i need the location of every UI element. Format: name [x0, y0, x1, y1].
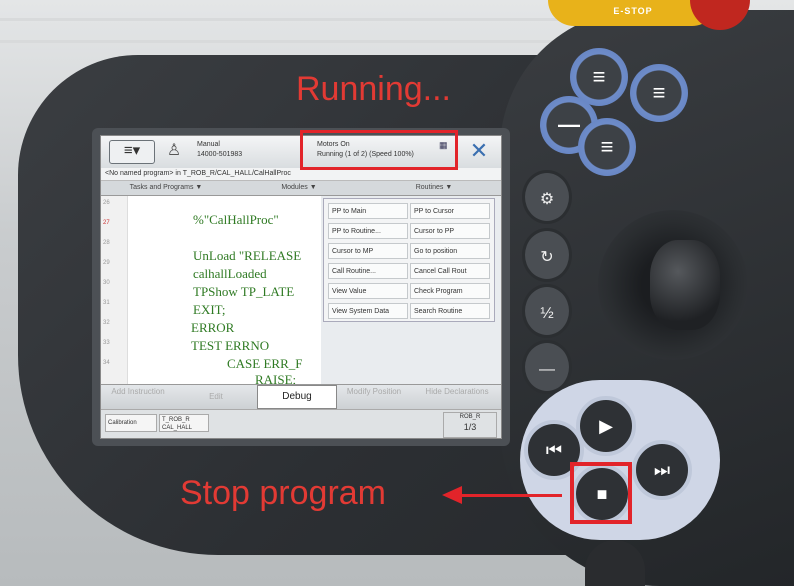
menu-item-cursor-to-pp[interactable]: Cursor to PP	[410, 223, 490, 239]
motion-mode-icon: ↻	[540, 249, 554, 266]
toggle-increment-button[interactable]: ½	[522, 284, 572, 338]
close-button[interactable]: ✕	[465, 139, 493, 165]
menu-item-check-program[interactable]: Check Program	[410, 283, 490, 299]
play-icon: ▶	[599, 416, 613, 436]
menu-item-pp-to-main[interactable]: PP to Main	[328, 203, 408, 219]
line-number: 34	[103, 360, 110, 366]
programmable-key-2[interactable]: ≡	[630, 64, 688, 122]
debug-button[interactable]: Debug	[257, 385, 337, 409]
annotation-arrow-head	[442, 486, 462, 504]
taskbar: Calibration T_ROB_R CAL_HALL ROB_R 1/3	[101, 409, 501, 438]
increment-icon: ½	[540, 305, 554, 322]
hide-declarations-button[interactable]: Hide Declarations	[417, 385, 497, 409]
annotation-stop-program: Stop program	[180, 474, 386, 512]
editor-toolbar: Add Instruction Edit Debug Modify Positi…	[101, 384, 501, 409]
step-forward-icon: ⏭	[653, 460, 671, 480]
edit-button[interactable]: Edit	[181, 385, 251, 409]
menu-item-go-to-position[interactable]: Go to position	[410, 243, 490, 259]
quickset-button[interactable]: ROB_R 1/3	[443, 412, 497, 438]
operator-icon[interactable]: ♙	[163, 140, 185, 162]
line-number: 31	[103, 300, 110, 306]
code-line[interactable]: calhallLoaded	[193, 266, 267, 282]
annotation-arrow	[462, 494, 562, 497]
code-line[interactable]: TEST ERRNO	[191, 338, 269, 354]
programmable-key-4[interactable]: ≡	[578, 118, 636, 176]
code-line[interactable]: ERROR	[191, 320, 234, 336]
debug-menu: PP to Main PP to Cursor PP to Routine...…	[323, 198, 495, 322]
program-editor[interactable]: 26 27 28 29 30 31 32 33 34 %"CalHallProc…	[101, 196, 321, 387]
code-line[interactable]: EXIT;	[193, 302, 226, 318]
menu-item-search-routine[interactable]: Search Routine	[410, 303, 490, 319]
line-number: 33	[103, 340, 110, 346]
step-backward-icon: ⏮	[545, 440, 563, 460]
main-menu-button[interactable]: ≡▾	[109, 140, 155, 164]
taskbar-item-calibration[interactable]: Calibration	[105, 414, 157, 432]
line-number: 30	[103, 280, 110, 286]
menu-item-call-routine[interactable]: Call Routine...	[328, 263, 408, 279]
step-forward-button[interactable]: ⏭	[632, 440, 692, 500]
code-line[interactable]: UnLoad "RELEASE	[193, 248, 301, 264]
menu-item-cancel-call-routine[interactable]: Cancel Call Rout	[410, 263, 490, 279]
editor-tabs: Tasks and Programs ▼ Modules ▼ Routines …	[101, 181, 501, 196]
add-instruction-button[interactable]: Add Instruction	[103, 385, 173, 409]
tab-routines[interactable]: Routines ▼	[367, 181, 501, 195]
line-number: 26	[103, 200, 110, 206]
line-number: 32	[103, 320, 110, 326]
flexpendant-screen: ≡▾ ♙ Manual 14000-501983 Motors On Runni…	[100, 135, 502, 439]
menu-item-cursor-to-mp[interactable]: Cursor to MP	[328, 243, 408, 259]
annotation-running: Running...	[296, 70, 451, 108]
operating-mode: Manual 14000-501983	[197, 141, 243, 158]
start-button[interactable]: ▶	[576, 396, 636, 456]
line-number: 27	[103, 220, 110, 226]
chevron-down-icon: ▼	[445, 184, 453, 191]
tab-modules[interactable]: Modules ▼	[233, 181, 365, 195]
annotation-box-stop	[570, 462, 632, 524]
modify-position-button[interactable]: Modify Position	[339, 385, 409, 409]
joystick[interactable]	[650, 240, 720, 330]
key-icon: ≡	[600, 134, 614, 159]
programmable-keys: ≡ ≡ — ≡	[540, 48, 700, 176]
menu-item-view-value[interactable]: View Value	[328, 283, 408, 299]
hamburger-menu-icon: ≡▾	[123, 142, 141, 159]
code-line[interactable]: %"CalHallProc"	[193, 212, 279, 228]
annotation-box-status	[300, 130, 458, 170]
select-mechanical-unit-button[interactable]: ⚙	[522, 170, 572, 224]
taskbar-item-program-editor[interactable]: T_ROB_R CAL_HALL	[159, 414, 209, 432]
menu-item-pp-to-routine[interactable]: PP to Routine...	[328, 223, 408, 239]
menu-item-pp-to-cursor[interactable]: PP to Cursor	[410, 203, 490, 219]
line-number: 28	[103, 240, 110, 246]
chevron-down-icon: ▼	[309, 184, 317, 191]
chevron-down-icon: ▼	[195, 184, 203, 191]
menu-item-view-system-data[interactable]: View System Data	[328, 303, 408, 319]
tab-tasks-and-programs[interactable]: Tasks and Programs ▼	[101, 181, 231, 195]
line-number: 29	[103, 260, 110, 266]
increment-button[interactable]: —	[522, 340, 572, 394]
code-line[interactable]: CASE ERR_F	[227, 356, 303, 372]
line-number-gutter: 26 27 28 29 30 31 32 33 34	[101, 196, 128, 384]
code-line[interactable]: TPShow TP_LATE	[193, 284, 294, 300]
key-icon: ≡	[652, 80, 666, 105]
dash-icon: —	[539, 361, 555, 378]
robot-arm-icon: ⚙	[539, 191, 555, 208]
scene: E-STOP ≡▾ ♙ Manual 14000-501983 Motors O…	[0, 0, 794, 586]
toggle-motion-mode-button[interactable]: ↻	[522, 228, 572, 282]
